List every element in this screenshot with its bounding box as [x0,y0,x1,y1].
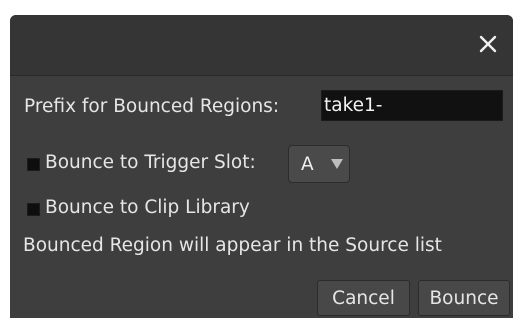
dialog-titlebar [10,15,513,76]
prefix-input[interactable] [321,90,503,121]
close-button[interactable] [477,33,499,55]
bounce-button[interactable]: Bounce [418,280,510,316]
clip-library-checkbox[interactable] [27,203,40,216]
clip-library-label[interactable]: Bounce to Clip Library [45,197,250,218]
trigger-slot-value: A [301,154,314,175]
trigger-slot-dropdown[interactable]: A [288,145,350,183]
trigger-slot-checkbox[interactable] [27,158,40,171]
dropdown-arrow-icon [331,159,343,169]
prefix-label: Prefix for Bounced Regions: [24,96,280,117]
close-icon [479,35,497,53]
info-message: Bounced Region will appear in the Source… [23,235,442,256]
bounce-dialog: Prefix for Bounced Regions: Bounce to Tr… [10,15,513,318]
cancel-button[interactable]: Cancel [317,280,410,316]
trigger-slot-label[interactable]: Bounce to Trigger Slot: [45,152,256,173]
